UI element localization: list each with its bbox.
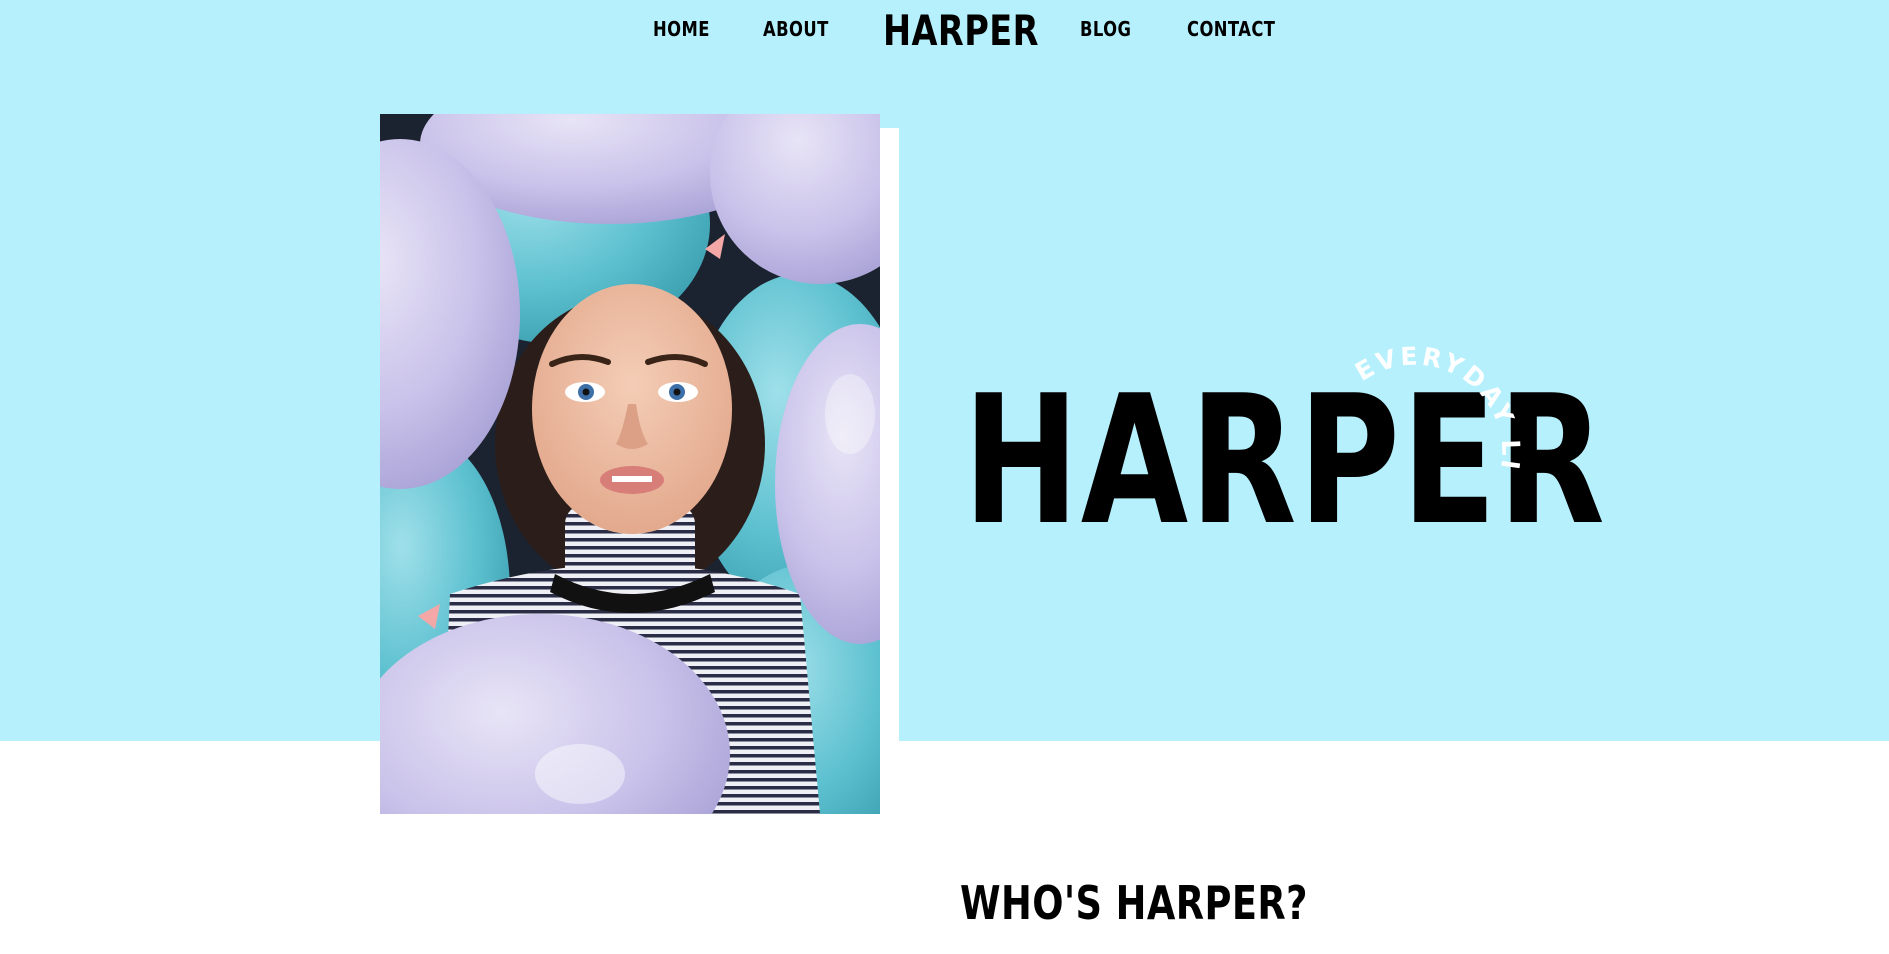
nav-link-contact[interactable]: CONTACT [1187, 17, 1275, 41]
site-logo[interactable]: HARPER [883, 6, 1039, 55]
hero-arc-tagline: EVERYDAY LIFE WITH [1285, 267, 1523, 474]
girl-in-balloons-image [380, 114, 880, 814]
hero-photo [380, 114, 880, 814]
nav-link-home[interactable]: HOME [653, 17, 710, 41]
svg-text:EVERYDAY LIFE WITH: EVERYDAY LIFE WITH [1285, 267, 1526, 474]
about-heading: WHO'S HARPER? [960, 876, 1308, 930]
nav-link-about[interactable]: ABOUT [763, 17, 829, 41]
arc-tagline-text: EVERYDAY LIFE WITH [1285, 267, 1523, 474]
main-navigation: HOME ABOUT HARPER BLOG CONTACT [0, 0, 1889, 62]
nav-link-blog[interactable]: BLOG [1080, 17, 1131, 41]
